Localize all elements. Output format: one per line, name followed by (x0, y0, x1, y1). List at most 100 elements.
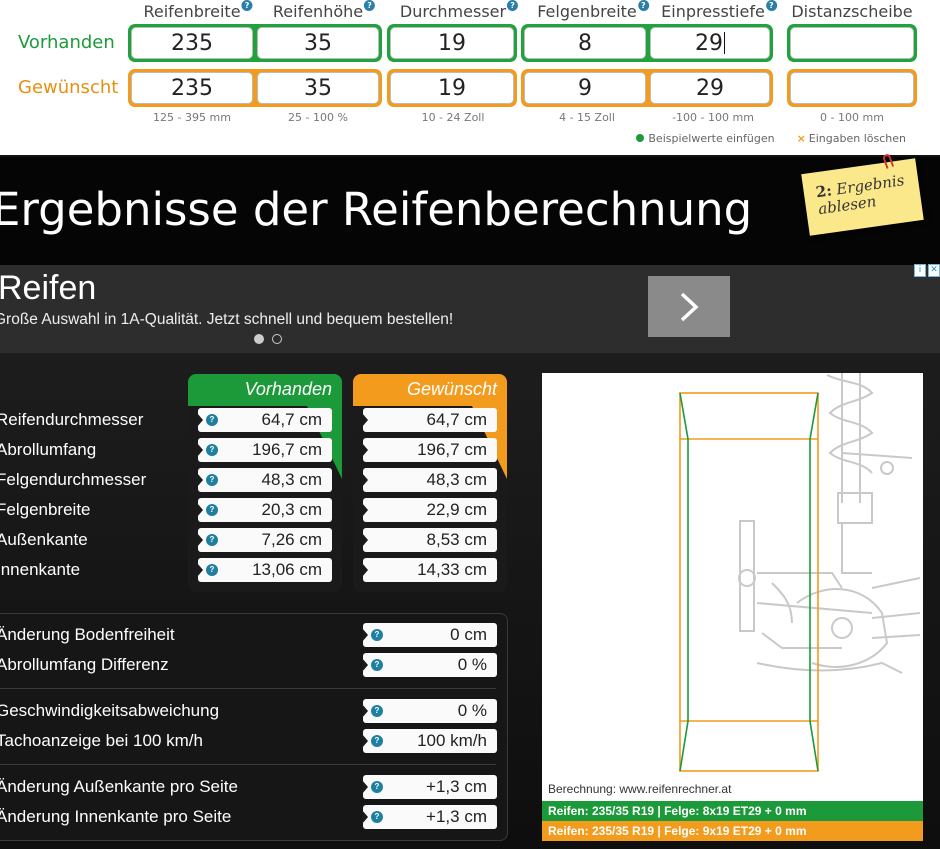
result-value-gewuenscht: 22,9 cm (362, 498, 497, 522)
help-icon[interactable]: ? (507, 0, 519, 11)
input-vorhanden-reifenhoehe[interactable]: 35 (257, 27, 379, 59)
summary-bar-vorhanden: Reifen: 235/35 R19 | Felge: 8x19 ET29 + … (542, 801, 923, 821)
col-head-einpresstiefe: Einpresstiefe? (661, 0, 777, 21)
input-gewuenscht-felgenbreite[interactable]: 9 (524, 72, 646, 104)
input-vorhanden-einpresstiefe[interactable]: 29 (650, 27, 770, 59)
input-vorhanden-reifenbreite[interactable]: 235 (131, 27, 253, 59)
ad-next-button[interactable] (648, 276, 730, 337)
input-gewuenscht-einpresstiefe[interactable]: 29 (650, 72, 770, 104)
suspension-drawing (679, 373, 921, 772)
group-vorhanden-distanz (787, 24, 917, 62)
ad-title[interactable]: Reifen (0, 269, 96, 308)
col-head-distanzscheibe: Distanzscheibe (791, 2, 913, 21)
help-icon[interactable]: ? (371, 735, 383, 747)
input-vorhanden-durchmesser[interactable]: 19 (390, 27, 514, 59)
wheel-diagram: Berechnung: www.reifenrechner.at Reifen:… (542, 373, 923, 841)
page: Reifenbreite? Reifenhöhe? Durchmesser? F… (0, 0, 940, 849)
example-values-link[interactable]: Beispielwerte einfügen (636, 132, 775, 145)
range-reifenhoehe: 25 - 100 % (288, 111, 348, 124)
diff-value: ? 0 % (362, 653, 497, 677)
help-icon[interactable]: ? (371, 811, 383, 823)
result-value-vorhanden: ? 64,7 cm (197, 408, 332, 432)
ad-close-icon[interactable]: ✕ (928, 264, 940, 277)
column-header-gewuenscht: Gewünscht (353, 374, 507, 406)
range-durchmesser: 10 - 24 Zoll (421, 111, 485, 124)
text-caret (724, 32, 725, 54)
help-icon[interactable]: ? (206, 564, 218, 576)
col-head-reifenhoehe: Reifenhöhe? (273, 0, 376, 21)
help-icon[interactable]: ? (371, 781, 383, 793)
summary-bar-gewuenscht: Reifen: 235/35 R19 | Felge: 9x19 ET29 + … (542, 821, 923, 841)
diff-label: Geschwindigkeitsabweichung (0, 701, 220, 720)
diff-label: Tachoanzeige bei 100 km/h (0, 731, 203, 750)
results-heading-band: Ergebnisse der Reifenberechnung (0, 157, 940, 265)
range-distanzscheibe: 0 - 100 mm (820, 111, 884, 124)
diff-value: ? +1,3 cm (362, 805, 497, 829)
help-icon[interactable]: ? (371, 629, 383, 641)
help-icon[interactable]: ? (371, 659, 383, 671)
help-icon[interactable]: ? (206, 414, 218, 426)
ad-pager-dot[interactable] (272, 334, 282, 344)
help-icon[interactable]: ? (765, 0, 777, 11)
result-value-gewuenscht: 48,3 cm (362, 468, 497, 492)
group-gewuenscht-felge: 9 29 (521, 69, 773, 107)
diff-value: ? 0 % (362, 699, 497, 723)
range-reifenbreite: 125 - 395 mm (153, 111, 231, 124)
help-icon[interactable]: ? (206, 444, 218, 456)
result-value-vorhanden: ? 20,3 cm (197, 498, 332, 522)
ad-info-icon[interactable]: i (914, 264, 926, 277)
group-vorhanden-reifen: 235 35 (128, 24, 382, 62)
diff-value: ? +1,3 cm (362, 775, 497, 799)
diff-value: ? 0 cm (362, 623, 497, 647)
input-gewuenscht-reifenbreite[interactable]: 235 (131, 72, 253, 104)
col-head-felgenbreite: Felgenbreite? (537, 0, 649, 21)
ad-description[interactable]: Große Auswahl in 1A-Qualität. Jetzt schn… (0, 311, 453, 329)
help-icon[interactable]: ? (206, 504, 218, 516)
result-value-gewuenscht: 64,7 cm (362, 408, 497, 432)
col-head-reifenbreite: Reifenbreite? (143, 0, 253, 21)
ad-choices[interactable]: i ✕ (914, 264, 940, 277)
ad-pager-dot[interactable] (254, 334, 264, 344)
result-value-gewuenscht: 8,53 cm (362, 528, 497, 552)
suspension-sketch (738, 373, 921, 674)
clear-icon: × (796, 132, 806, 145)
row-label-gewuenscht: Gewünscht (18, 77, 119, 98)
help-icon[interactable]: ? (241, 0, 253, 11)
help-icon[interactable]: ? (206, 534, 218, 546)
diff-value: ? 100 km/h (362, 729, 497, 753)
help-icon[interactable]: ? (364, 0, 376, 11)
result-label: Innenkante (0, 560, 81, 579)
result-label: Außenkante (0, 530, 88, 549)
input-gewuenscht-durchmesser[interactable]: 19 (390, 72, 514, 104)
help-icon[interactable]: ? (206, 474, 218, 486)
input-gewuenscht-distanzscheibe[interactable] (790, 72, 914, 104)
group-gewuenscht-reifen: 235 35 (128, 69, 382, 107)
diff-label: Abrollumfang Differenz (0, 655, 169, 674)
result-label: Felgenbreite (0, 500, 91, 519)
diagram-caption: Berechnung: www.reifenrechner.at (548, 782, 732, 796)
input-vorhanden-felgenbreite[interactable]: 8 (524, 27, 646, 59)
green-dot-icon (636, 134, 645, 142)
chevron-right-icon (680, 292, 699, 321)
result-label: Abrollumfang (0, 440, 97, 459)
col-head-durchmesser: Durchmesser? (400, 0, 519, 21)
tire-outline-vorhanden (679, 392, 819, 772)
clear-inputs-link[interactable]: × Eingaben löschen (797, 132, 906, 145)
help-icon[interactable]: ? (371, 705, 383, 717)
help-icon[interactable]: ? (637, 0, 649, 11)
result-value-vorhanden: ? 7,26 cm (197, 528, 332, 552)
row-label-vorhanden: Vorhanden (18, 32, 115, 53)
input-vorhanden-distanzscheibe[interactable] (790, 27, 914, 59)
column-header-vorhanden: Vorhanden (188, 374, 342, 406)
input-gewuenscht-reifenhoehe[interactable]: 35 (257, 72, 379, 104)
result-value-vorhanden: ? 196,7 cm (197, 438, 332, 462)
ad-banner[interactable]: Reifen Große Auswahl in 1A-Qualität. Jet… (0, 265, 940, 353)
page-title: Ergebnisse der Reifenberechnung (0, 183, 753, 236)
diff-label: Änderung Bodenfreiheit (0, 625, 175, 644)
result-value-gewuenscht: 14,33 cm (362, 558, 497, 582)
result-label: Reifendurchmesser (0, 410, 144, 429)
diff-label: Änderung Außenkante pro Seite (0, 777, 238, 796)
divider (0, 764, 496, 765)
tire-outline-gewuenscht (679, 392, 819, 772)
result-value-vorhanden: ? 13,06 cm (197, 558, 332, 582)
